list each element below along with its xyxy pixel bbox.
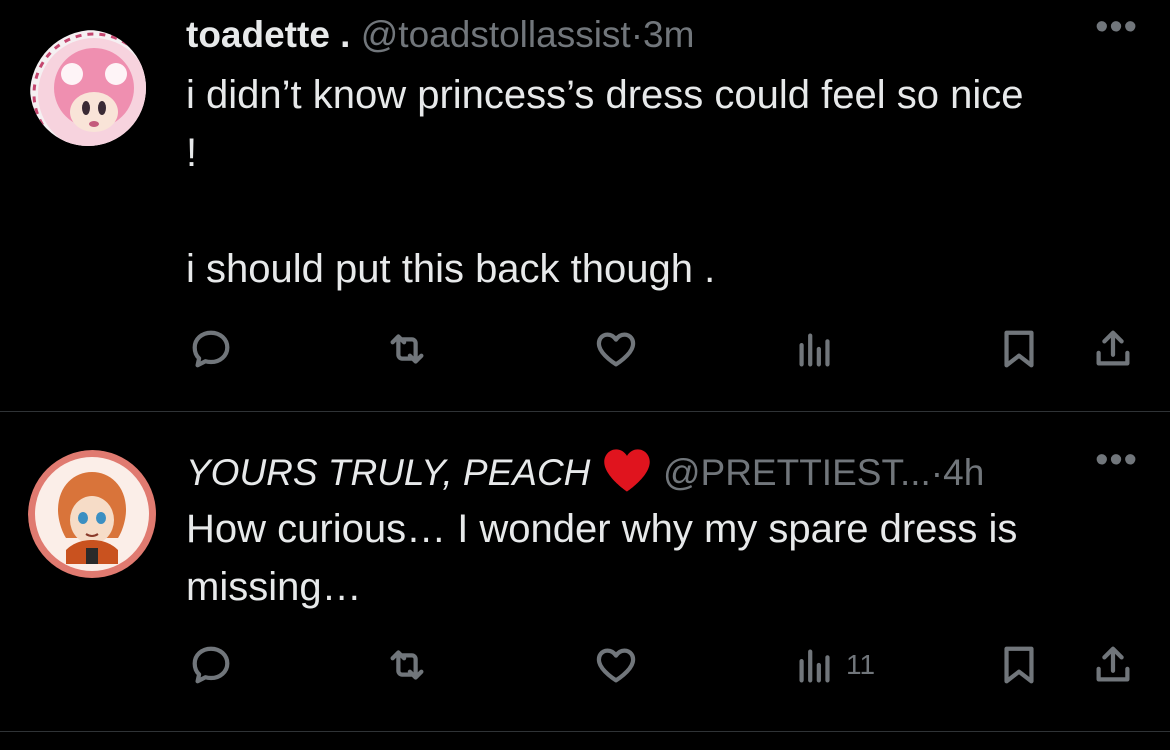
- tweet-header: YOURS TRULY, PEACH @PRETTIEST...·4h •••: [186, 439, 1150, 493]
- share-button[interactable]: [1090, 324, 1136, 374]
- separator: ·: [630, 14, 644, 55]
- reply-icon: [192, 330, 230, 368]
- more-icon[interactable]: •••: [1095, 4, 1138, 50]
- like-icon: [596, 648, 636, 683]
- handle[interactable]: @toadstollassist: [361, 14, 631, 55]
- display-name[interactable]: YOURS TRULY, PEACH: [186, 452, 590, 493]
- tweet-text: How curious… I wonder why my spare dress…: [186, 507, 1018, 609]
- bookmark-icon: [1004, 330, 1034, 368]
- more-icon[interactable]: •••: [1095, 437, 1138, 483]
- share-icon: [1096, 646, 1130, 682]
- tweet-header: toadette . @toadstollassist·3m •••: [186, 6, 1150, 58]
- like-button[interactable]: [593, 640, 639, 690]
- bookmark-icon: [1004, 646, 1034, 684]
- avatar[interactable]: [28, 450, 158, 580]
- tweet[interactable]: YOURS TRULY, PEACH @PRETTIEST...·4h ••• …: [0, 412, 1170, 730]
- views-icon: [799, 333, 830, 367]
- heart-icon: [603, 449, 650, 492]
- peach-avatar-icon: [28, 450, 156, 578]
- like-icon: [596, 332, 636, 367]
- timestamp[interactable]: 3m: [643, 14, 694, 55]
- separator: ·: [930, 452, 944, 493]
- like-button[interactable]: [593, 324, 639, 374]
- display-name[interactable]: toadette .: [186, 14, 350, 55]
- tweet-text: i didn’t know princess’s dress could fee…: [186, 73, 1024, 291]
- action-bar: 11: [186, 640, 1146, 690]
- retweet-button[interactable]: [384, 324, 430, 374]
- handle[interactable]: @PRETTIEST...: [663, 452, 931, 493]
- views-icon: [799, 649, 830, 683]
- tweet[interactable]: toadette . @toadstollassist·3m ••• i did…: [0, 0, 1170, 411]
- timestamp[interactable]: 4h: [943, 452, 984, 493]
- reply-icon: [192, 646, 230, 684]
- bookmark-button[interactable]: [996, 640, 1042, 690]
- bookmark-button[interactable]: [996, 324, 1042, 374]
- retweet-button[interactable]: [384, 640, 430, 690]
- divider: [0, 731, 1170, 732]
- retweet-icon: [390, 650, 424, 680]
- views-button[interactable]: 11: [792, 640, 875, 690]
- share-icon: [1096, 330, 1130, 366]
- avatar[interactable]: [30, 30, 146, 146]
- reply-button[interactable]: [188, 640, 234, 690]
- reply-button[interactable]: [188, 324, 234, 374]
- toadette-avatar-icon: [30, 30, 146, 146]
- retweet-icon: [390, 334, 424, 364]
- share-button[interactable]: [1090, 640, 1136, 690]
- views-button[interactable]: [792, 324, 846, 374]
- views-count: 11: [846, 649, 876, 680]
- action-bar: [186, 324, 1146, 374]
- heart-emoji: [601, 449, 653, 493]
